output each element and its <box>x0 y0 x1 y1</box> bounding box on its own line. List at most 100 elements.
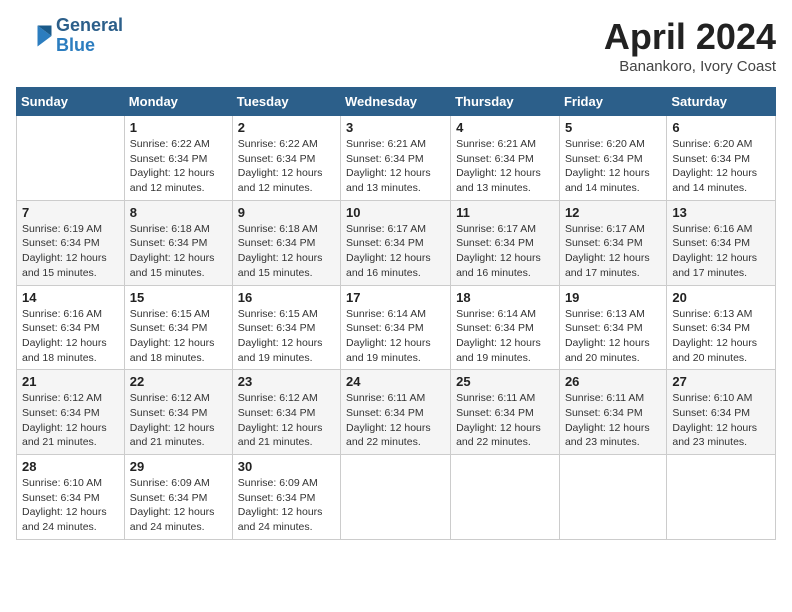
day-number: 7 <box>22 205 119 220</box>
day-number: 10 <box>346 205 445 220</box>
calendar-cell <box>559 455 666 540</box>
calendar-cell: 11 Sunrise: 6:17 AM Sunset: 6:34 PM Dayli… <box>451 200 560 285</box>
calendar-body: 1 Sunrise: 6:22 AM Sunset: 6:34 PM Daylig… <box>17 116 776 540</box>
calendar-cell: 12 Sunrise: 6:17 AM Sunset: 6:34 PM Dayli… <box>559 200 666 285</box>
cell-info: Sunrise: 6:14 AM Sunset: 6:34 PM Dayligh… <box>456 307 554 366</box>
calendar-table: SundayMondayTuesdayWednesdayThursdayFrid… <box>16 87 776 540</box>
day-number: 1 <box>130 120 227 135</box>
calendar-cell <box>341 455 451 540</box>
day-number: 19 <box>565 290 661 305</box>
weekday-header-row: SundayMondayTuesdayWednesdayThursdayFrid… <box>17 88 776 116</box>
page-header: General Blue April 2024 Banankoro, Ivory… <box>16 16 776 75</box>
day-number: 8 <box>130 205 227 220</box>
cell-info: Sunrise: 6:13 AM Sunset: 6:34 PM Dayligh… <box>565 307 661 366</box>
week-row-1: 1 Sunrise: 6:22 AM Sunset: 6:34 PM Daylig… <box>17 116 776 201</box>
day-number: 24 <box>346 374 445 389</box>
cell-info: Sunrise: 6:17 AM Sunset: 6:34 PM Dayligh… <box>565 222 661 281</box>
day-number: 30 <box>238 459 335 474</box>
calendar-cell: 30 Sunrise: 6:09 AM Sunset: 6:34 PM Dayli… <box>232 455 340 540</box>
logo: General Blue <box>16 16 123 56</box>
logo-blue: Blue <box>56 36 123 56</box>
day-number: 29 <box>130 459 227 474</box>
cell-info: Sunrise: 6:11 AM Sunset: 6:34 PM Dayligh… <box>565 391 661 450</box>
month-title: April 2024 <box>604 16 776 58</box>
calendar-cell <box>451 455 560 540</box>
day-number: 13 <box>672 205 770 220</box>
cell-info: Sunrise: 6:17 AM Sunset: 6:34 PM Dayligh… <box>456 222 554 281</box>
calendar-cell: 26 Sunrise: 6:11 AM Sunset: 6:34 PM Dayli… <box>559 370 666 455</box>
day-number: 14 <box>22 290 119 305</box>
day-number: 2 <box>238 120 335 135</box>
logo-icon <box>16 22 52 50</box>
weekday-thursday: Thursday <box>451 88 560 116</box>
week-row-4: 21 Sunrise: 6:12 AM Sunset: 6:34 PM Dayli… <box>17 370 776 455</box>
weekday-sunday: Sunday <box>17 88 125 116</box>
day-number: 25 <box>456 374 554 389</box>
calendar-cell: 17 Sunrise: 6:14 AM Sunset: 6:34 PM Dayli… <box>341 285 451 370</box>
day-number: 15 <box>130 290 227 305</box>
cell-info: Sunrise: 6:11 AM Sunset: 6:34 PM Dayligh… <box>456 391 554 450</box>
calendar-cell: 16Sunrise: 6:15 AM Sunset: 6:34 PM Dayli… <box>232 285 340 370</box>
week-row-5: 28 Sunrise: 6:10 AM Sunset: 6:34 PM Dayli… <box>17 455 776 540</box>
cell-info: Sunrise: 6:21 AM Sunset: 6:34 PM Dayligh… <box>346 137 445 196</box>
day-number: 18 <box>456 290 554 305</box>
weekday-saturday: Saturday <box>667 88 776 116</box>
cell-info: Sunrise: 6:22 AM Sunset: 6:34 PM Dayligh… <box>130 137 227 196</box>
day-number: 4 <box>456 120 554 135</box>
cell-info: Sunrise: 6:10 AM Sunset: 6:34 PM Dayligh… <box>22 476 119 535</box>
calendar-cell: 4Sunrise: 6:21 AM Sunset: 6:34 PM Daylig… <box>451 116 560 201</box>
calendar-cell: 27Sunrise: 6:10 AM Sunset: 6:34 PM Dayli… <box>667 370 776 455</box>
day-number: 11 <box>456 205 554 220</box>
cell-info: Sunrise: 6:17 AM Sunset: 6:34 PM Dayligh… <box>346 222 445 281</box>
calendar-cell: 22 Sunrise: 6:12 AM Sunset: 6:34 PM Dayli… <box>124 370 232 455</box>
calendar-cell: 29Sunrise: 6:09 AM Sunset: 6:34 PM Dayli… <box>124 455 232 540</box>
day-number: 21 <box>22 374 119 389</box>
calendar-cell: 13 Sunrise: 6:16 AM Sunset: 6:34 PM Dayli… <box>667 200 776 285</box>
calendar-cell: 21 Sunrise: 6:12 AM Sunset: 6:34 PM Dayli… <box>17 370 125 455</box>
weekday-monday: Monday <box>124 88 232 116</box>
day-number: 27 <box>672 374 770 389</box>
cell-info: Sunrise: 6:09 AM Sunset: 6:34 PM Dayligh… <box>238 476 335 535</box>
cell-info: Sunrise: 6:16 AM Sunset: 6:34 PM Dayligh… <box>22 307 119 366</box>
week-row-2: 7 Sunrise: 6:19 AM Sunset: 6:34 PM Daylig… <box>17 200 776 285</box>
calendar-cell: 2 Sunrise: 6:22 AM Sunset: 6:34 PM Daylig… <box>232 116 340 201</box>
cell-info: Sunrise: 6:18 AM Sunset: 6:34 PM Dayligh… <box>130 222 227 281</box>
day-number: 6 <box>672 120 770 135</box>
day-number: 17 <box>346 290 445 305</box>
day-number: 12 <box>565 205 661 220</box>
cell-info: Sunrise: 6:16 AM Sunset: 6:34 PM Dayligh… <box>672 222 770 281</box>
cell-info: Sunrise: 6:19 AM Sunset: 6:34 PM Dayligh… <box>22 222 119 281</box>
calendar-cell: 8 Sunrise: 6:18 AM Sunset: 6:34 PM Daylig… <box>124 200 232 285</box>
calendar-cell: 14 Sunrise: 6:16 AM Sunset: 6:34 PM Dayli… <box>17 285 125 370</box>
calendar-cell: 7 Sunrise: 6:19 AM Sunset: 6:34 PM Daylig… <box>17 200 125 285</box>
cell-info: Sunrise: 6:14 AM Sunset: 6:34 PM Dayligh… <box>346 307 445 366</box>
day-number: 23 <box>238 374 335 389</box>
day-number: 26 <box>565 374 661 389</box>
calendar-cell: 15Sunrise: 6:15 AM Sunset: 6:34 PM Dayli… <box>124 285 232 370</box>
weekday-friday: Friday <box>559 88 666 116</box>
weekday-wednesday: Wednesday <box>341 88 451 116</box>
calendar-cell: 9Sunrise: 6:18 AM Sunset: 6:34 PM Daylig… <box>232 200 340 285</box>
calendar-cell: 1 Sunrise: 6:22 AM Sunset: 6:34 PM Daylig… <box>124 116 232 201</box>
calendar-cell: 3Sunrise: 6:21 AM Sunset: 6:34 PM Daylig… <box>341 116 451 201</box>
calendar-cell: 25 Sunrise: 6:11 AM Sunset: 6:34 PM Dayli… <box>451 370 560 455</box>
calendar-cell: 6 Sunrise: 6:20 AM Sunset: 6:34 PM Daylig… <box>667 116 776 201</box>
calendar-cell: 20 Sunrise: 6:13 AM Sunset: 6:34 PM Dayli… <box>667 285 776 370</box>
calendar-cell: 28 Sunrise: 6:10 AM Sunset: 6:34 PM Dayli… <box>17 455 125 540</box>
calendar-cell: 18 Sunrise: 6:14 AM Sunset: 6:34 PM Dayli… <box>451 285 560 370</box>
calendar-cell: 19 Sunrise: 6:13 AM Sunset: 6:34 PM Dayli… <box>559 285 666 370</box>
cell-info: Sunrise: 6:20 AM Sunset: 6:34 PM Dayligh… <box>672 137 770 196</box>
cell-info: Sunrise: 6:12 AM Sunset: 6:34 PM Dayligh… <box>130 391 227 450</box>
cell-info: Sunrise: 6:12 AM Sunset: 6:34 PM Dayligh… <box>22 391 119 450</box>
calendar-cell: 24Sunrise: 6:11 AM Sunset: 6:34 PM Dayli… <box>341 370 451 455</box>
cell-info: Sunrise: 6:13 AM Sunset: 6:34 PM Dayligh… <box>672 307 770 366</box>
cell-info: Sunrise: 6:22 AM Sunset: 6:34 PM Dayligh… <box>238 137 335 196</box>
calendar-cell <box>17 116 125 201</box>
day-number: 22 <box>130 374 227 389</box>
cell-info: Sunrise: 6:20 AM Sunset: 6:34 PM Dayligh… <box>565 137 661 196</box>
cell-info: Sunrise: 6:12 AM Sunset: 6:34 PM Dayligh… <box>238 391 335 450</box>
day-number: 16 <box>238 290 335 305</box>
day-number: 20 <box>672 290 770 305</box>
day-number: 28 <box>22 459 119 474</box>
calendar-cell: 5Sunrise: 6:20 AM Sunset: 6:34 PM Daylig… <box>559 116 666 201</box>
